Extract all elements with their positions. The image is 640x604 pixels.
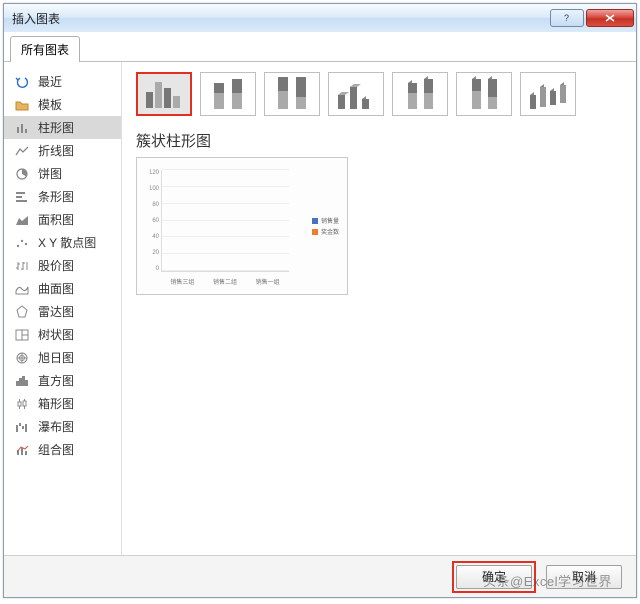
sidebar-item-radar[interactable]: 雷达图 [4, 300, 121, 323]
sidebar-item-label: 旭日图 [38, 349, 74, 366]
subtype-100-stacked-column[interactable] [264, 72, 320, 116]
sidebar-item-label: 箱形图 [38, 395, 74, 412]
sidebar-item-label: 树状图 [38, 326, 74, 343]
legend-entry: 奖金数 [312, 227, 339, 236]
sidebar-item-folder[interactable]: 模板 [4, 93, 121, 116]
combo-icon [14, 442, 30, 458]
sidebar-item-label: 饼图 [38, 165, 62, 182]
y-axis-ticks: 120100806040200 [141, 170, 159, 272]
line-chart-icon [14, 143, 30, 159]
sidebar-item-line-chart[interactable]: 折线图 [4, 139, 121, 162]
sidebar-item-sunburst[interactable]: 旭日图 [4, 346, 121, 369]
scatter-icon [14, 235, 30, 251]
ok-button-highlight: 确定 [452, 561, 536, 593]
x-axis-labels: 销售三组 销售二组 销售一组 [161, 277, 289, 286]
boxplot-icon [14, 396, 30, 412]
sidebar-item-label: 柱形图 [38, 119, 74, 136]
sidebar-item-surface[interactable]: 曲面图 [4, 277, 121, 300]
category-label: 销售一组 [256, 277, 280, 286]
waterfall-icon [14, 419, 30, 435]
sidebar-item-label: 瀑布图 [38, 418, 74, 435]
histogram-icon [14, 373, 30, 389]
subtype-3d-column[interactable] [520, 72, 576, 116]
legend-swatch [312, 229, 318, 235]
sidebar-item-hbar-chart[interactable]: 条形图 [4, 185, 121, 208]
cancel-button[interactable]: 取消 [546, 565, 622, 589]
category-label: 销售二组 [213, 277, 237, 286]
chart-legend: 销售量奖金数 [312, 214, 339, 238]
surface-icon [14, 281, 30, 297]
chart-content-pane: 簇状柱形图 120100806040200 销售三组 销售二组 销售一组 销售量奖金… [122, 62, 636, 555]
sidebar-item-waterfall[interactable]: 瀑布图 [4, 415, 121, 438]
treemap-icon [14, 327, 30, 343]
legend-label: 销售量 [321, 216, 339, 225]
chart-canvas: 120100806040200 销售三组 销售二组 销售一组 销售量奖金数 [141, 162, 343, 290]
sunburst-icon [14, 350, 30, 366]
sidebar-item-label: 模板 [38, 96, 62, 113]
chart-category-sidebar: 最近模板柱形图折线图饼图条形图面积图 X Y 散点图股价图曲面图雷达图树状图旭日图… [4, 62, 122, 555]
sidebar-item-label: 直方图 [38, 372, 74, 389]
subtype-3d-100-stacked-column[interactable] [456, 72, 512, 116]
help-button[interactable]: ? [550, 9, 584, 27]
titlebar: 插入图表 ? [4, 4, 636, 32]
window-title: 插入图表 [12, 10, 548, 27]
svg-text:?: ? [564, 13, 569, 23]
chart-preview[interactable]: 120100806040200 销售三组 销售二组 销售一组 销售量奖金数 [136, 157, 348, 295]
category-label: 销售三组 [170, 277, 194, 286]
legend-entry: 销售量 [312, 216, 339, 225]
close-button[interactable] [586, 9, 634, 27]
preview-title: 簇状柱形图 [136, 130, 622, 151]
sidebar-item-label: 条形图 [38, 188, 74, 205]
ok-button[interactable]: 确定 [456, 565, 532, 589]
stock-icon [14, 258, 30, 274]
legend-label: 奖金数 [321, 227, 339, 236]
sidebar-item-pie-chart[interactable]: 饼图 [4, 162, 121, 185]
sidebar-item-scatter[interactable]: X Y 散点图 [4, 231, 121, 254]
subtype-3d-stacked-column[interactable] [392, 72, 448, 116]
chart-subtype-row [136, 72, 622, 116]
bar-chart-icon [14, 120, 30, 136]
sidebar-item-undo[interactable]: 最近 [4, 70, 121, 93]
insert-chart-dialog: 插入图表 ? 所有图表 最近模板柱形图折线图饼图条形图面积图 X Y 散点图股价图… [3, 3, 637, 598]
sidebar-item-label: 组合图 [38, 441, 74, 458]
subtype-clustered-column[interactable] [136, 72, 192, 116]
sidebar-item-boxplot[interactable]: 箱形图 [4, 392, 121, 415]
sidebar-item-stock[interactable]: 股价图 [4, 254, 121, 277]
radar-icon [14, 304, 30, 320]
folder-icon [14, 97, 30, 113]
subtype-3d-clustered-column[interactable] [328, 72, 384, 116]
sidebar-item-label: 曲面图 [38, 280, 74, 297]
sidebar-item-combo[interactable]: 组合图 [4, 438, 121, 461]
chart-bars [161, 170, 289, 272]
subtype-stacked-column[interactable] [200, 72, 256, 116]
sidebar-item-bar-chart[interactable]: 柱形图 [4, 116, 121, 139]
dialog-body: 最近模板柱形图折线图饼图条形图面积图 X Y 散点图股价图曲面图雷达图树状图旭日图… [4, 62, 636, 555]
hbar-chart-icon [14, 189, 30, 205]
undo-icon [14, 74, 30, 90]
sidebar-item-area-chart[interactable]: 面积图 [4, 208, 121, 231]
sidebar-item-label: X Y 散点图 [38, 234, 96, 251]
area-chart-icon [14, 212, 30, 228]
sidebar-item-label: 最近 [38, 73, 62, 90]
sidebar-item-label: 面积图 [38, 211, 74, 228]
tab-strip: 所有图表 [4, 32, 636, 62]
tab-all-charts[interactable]: 所有图表 [10, 36, 80, 62]
legend-swatch [312, 218, 318, 224]
sidebar-item-label: 股价图 [38, 257, 74, 274]
sidebar-item-histogram[interactable]: 直方图 [4, 369, 121, 392]
pie-chart-icon [14, 166, 30, 182]
sidebar-item-label: 雷达图 [38, 303, 74, 320]
sidebar-item-treemap[interactable]: 树状图 [4, 323, 121, 346]
dialog-footer: 确定 取消 [4, 555, 636, 597]
sidebar-item-label: 折线图 [38, 142, 74, 159]
